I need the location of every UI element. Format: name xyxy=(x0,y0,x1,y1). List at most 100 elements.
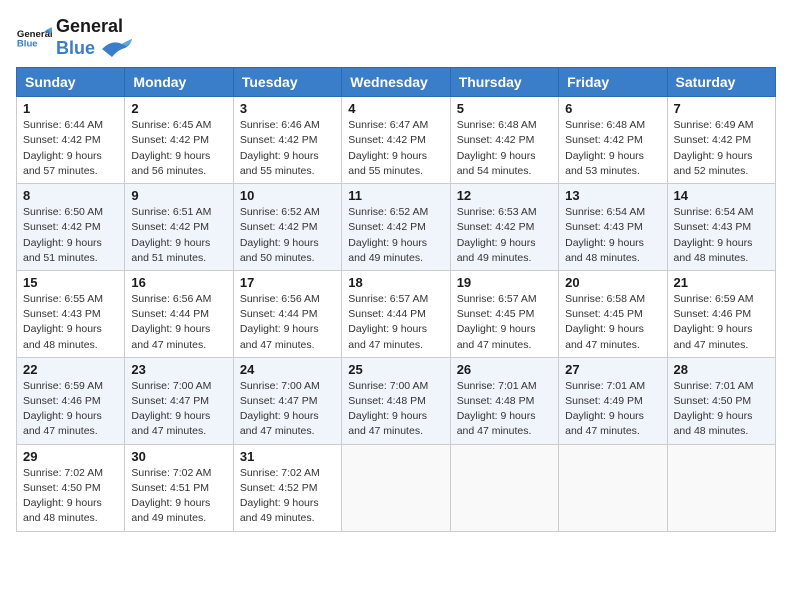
sunrise-label: Sunrise: 7:01 AM xyxy=(674,380,754,392)
weekday-header-tuesday: Tuesday xyxy=(233,68,341,97)
sunset-label: Sunset: 4:45 PM xyxy=(457,308,535,320)
sunset-label: Sunset: 4:46 PM xyxy=(23,395,101,407)
day-number: 9 xyxy=(131,188,226,203)
day-info: Sunrise: 6:53 AM Sunset: 4:42 PM Dayligh… xyxy=(457,205,552,266)
day-number: 28 xyxy=(674,362,769,377)
sunset-label: Sunset: 4:48 PM xyxy=(348,395,426,407)
day-info: Sunrise: 6:48 AM Sunset: 4:42 PM Dayligh… xyxy=(457,118,552,179)
day-info: Sunrise: 6:57 AM Sunset: 4:44 PM Dayligh… xyxy=(348,292,443,353)
sunrise-label: Sunrise: 6:48 AM xyxy=(565,119,645,131)
empty-cell xyxy=(450,444,558,531)
sunset-label: Sunset: 4:42 PM xyxy=(131,134,209,146)
sunset-label: Sunset: 4:42 PM xyxy=(240,134,318,146)
sunrise-label: Sunrise: 6:59 AM xyxy=(674,293,754,305)
day-cell-10: 10 Sunrise: 6:52 AM Sunset: 4:42 PM Dayl… xyxy=(233,184,341,271)
sunrise-label: Sunrise: 7:01 AM xyxy=(457,380,537,392)
day-number: 5 xyxy=(457,101,552,116)
sunrise-label: Sunrise: 6:49 AM xyxy=(674,119,754,131)
sunrise-label: Sunrise: 7:00 AM xyxy=(348,380,428,392)
day-cell-5: 5 Sunrise: 6:48 AM Sunset: 4:42 PM Dayli… xyxy=(450,97,558,184)
daylight-label: Daylight: 9 hours and 47 minutes. xyxy=(131,410,210,437)
sunset-label: Sunset: 4:42 PM xyxy=(348,221,426,233)
daylight-label: Daylight: 9 hours and 47 minutes. xyxy=(240,410,319,437)
sunrise-label: Sunrise: 7:01 AM xyxy=(565,380,645,392)
day-cell-18: 18 Sunrise: 6:57 AM Sunset: 4:44 PM Dayl… xyxy=(342,270,450,357)
calendar-table: SundayMondayTuesdayWednesdayThursdayFrid… xyxy=(16,67,776,531)
page-container: General Blue General Blue SundayMondayTu… xyxy=(16,16,776,532)
day-number: 13 xyxy=(565,188,660,203)
sunset-label: Sunset: 4:42 PM xyxy=(23,221,101,233)
day-cell-27: 27 Sunrise: 7:01 AM Sunset: 4:49 PM Dayl… xyxy=(559,357,667,444)
daylight-label: Daylight: 9 hours and 57 minutes. xyxy=(23,150,102,177)
day-number: 29 xyxy=(23,449,118,464)
sunrise-label: Sunrise: 6:51 AM xyxy=(131,206,211,218)
day-number: 11 xyxy=(348,188,443,203)
week-row-4: 22 Sunrise: 6:59 AM Sunset: 4:46 PM Dayl… xyxy=(17,357,776,444)
daylight-label: Daylight: 9 hours and 49 minutes. xyxy=(457,237,536,264)
day-cell-11: 11 Sunrise: 6:52 AM Sunset: 4:42 PM Dayl… xyxy=(342,184,450,271)
daylight-label: Daylight: 9 hours and 50 minutes. xyxy=(240,237,319,264)
sunset-label: Sunset: 4:43 PM xyxy=(23,308,101,320)
day-info: Sunrise: 7:01 AM Sunset: 4:49 PM Dayligh… xyxy=(565,379,660,440)
day-info: Sunrise: 6:54 AM Sunset: 4:43 PM Dayligh… xyxy=(674,205,769,266)
day-number: 20 xyxy=(565,275,660,290)
daylight-label: Daylight: 9 hours and 52 minutes. xyxy=(674,150,753,177)
day-number: 8 xyxy=(23,188,118,203)
day-info: Sunrise: 7:00 AM Sunset: 4:48 PM Dayligh… xyxy=(348,379,443,440)
day-cell-19: 19 Sunrise: 6:57 AM Sunset: 4:45 PM Dayl… xyxy=(450,270,558,357)
day-number: 19 xyxy=(457,275,552,290)
day-info: Sunrise: 6:49 AM Sunset: 4:42 PM Dayligh… xyxy=(674,118,769,179)
day-cell-28: 28 Sunrise: 7:01 AM Sunset: 4:50 PM Dayl… xyxy=(667,357,775,444)
sunset-label: Sunset: 4:48 PM xyxy=(457,395,535,407)
sunrise-label: Sunrise: 6:47 AM xyxy=(348,119,428,131)
day-info: Sunrise: 6:45 AM Sunset: 4:42 PM Dayligh… xyxy=(131,118,226,179)
day-info: Sunrise: 7:00 AM Sunset: 4:47 PM Dayligh… xyxy=(240,379,335,440)
sunrise-label: Sunrise: 6:45 AM xyxy=(131,119,211,131)
sunrise-label: Sunrise: 6:55 AM xyxy=(23,293,103,305)
day-info: Sunrise: 6:51 AM Sunset: 4:42 PM Dayligh… xyxy=(131,205,226,266)
daylight-label: Daylight: 9 hours and 47 minutes. xyxy=(131,323,210,350)
day-number: 14 xyxy=(674,188,769,203)
sunrise-label: Sunrise: 6:57 AM xyxy=(457,293,537,305)
sunset-label: Sunset: 4:42 PM xyxy=(23,134,101,146)
sunrise-label: Sunrise: 6:53 AM xyxy=(457,206,537,218)
day-cell-25: 25 Sunrise: 7:00 AM Sunset: 4:48 PM Dayl… xyxy=(342,357,450,444)
daylight-label: Daylight: 9 hours and 55 minutes. xyxy=(348,150,427,177)
sunrise-label: Sunrise: 7:02 AM xyxy=(240,467,320,479)
day-info: Sunrise: 6:58 AM Sunset: 4:45 PM Dayligh… xyxy=(565,292,660,353)
sunrise-label: Sunrise: 6:54 AM xyxy=(565,206,645,218)
sunrise-label: Sunrise: 6:44 AM xyxy=(23,119,103,131)
day-cell-6: 6 Sunrise: 6:48 AM Sunset: 4:42 PM Dayli… xyxy=(559,97,667,184)
sunrise-label: Sunrise: 7:02 AM xyxy=(131,467,211,479)
sunset-label: Sunset: 4:42 PM xyxy=(565,134,643,146)
sunset-label: Sunset: 4:42 PM xyxy=(348,134,426,146)
day-cell-24: 24 Sunrise: 7:00 AM Sunset: 4:47 PM Dayl… xyxy=(233,357,341,444)
sunset-label: Sunset: 4:42 PM xyxy=(457,221,535,233)
empty-cell xyxy=(559,444,667,531)
daylight-label: Daylight: 9 hours and 48 minutes. xyxy=(565,237,644,264)
daylight-label: Daylight: 9 hours and 49 minutes. xyxy=(348,237,427,264)
weekday-header-monday: Monday xyxy=(125,68,233,97)
daylight-label: Daylight: 9 hours and 51 minutes. xyxy=(23,237,102,264)
weekday-header-saturday: Saturday xyxy=(667,68,775,97)
daylight-label: Daylight: 9 hours and 47 minutes. xyxy=(457,410,536,437)
sunrise-label: Sunrise: 7:00 AM xyxy=(131,380,211,392)
day-info: Sunrise: 6:56 AM Sunset: 4:44 PM Dayligh… xyxy=(131,292,226,353)
day-number: 23 xyxy=(131,362,226,377)
day-info: Sunrise: 6:57 AM Sunset: 4:45 PM Dayligh… xyxy=(457,292,552,353)
day-info: Sunrise: 7:00 AM Sunset: 4:47 PM Dayligh… xyxy=(131,379,226,440)
sunrise-label: Sunrise: 6:46 AM xyxy=(240,119,320,131)
day-number: 22 xyxy=(23,362,118,377)
sunset-label: Sunset: 4:51 PM xyxy=(131,482,209,494)
day-number: 12 xyxy=(457,188,552,203)
day-cell-12: 12 Sunrise: 6:53 AM Sunset: 4:42 PM Dayl… xyxy=(450,184,558,271)
sunrise-label: Sunrise: 6:52 AM xyxy=(348,206,428,218)
day-number: 1 xyxy=(23,101,118,116)
day-info: Sunrise: 6:46 AM Sunset: 4:42 PM Dayligh… xyxy=(240,118,335,179)
day-number: 6 xyxy=(565,101,660,116)
daylight-label: Daylight: 9 hours and 48 minutes. xyxy=(674,410,753,437)
sunset-label: Sunset: 4:42 PM xyxy=(457,134,535,146)
weekday-header-row: SundayMondayTuesdayWednesdayThursdayFrid… xyxy=(17,68,776,97)
week-row-1: 1 Sunrise: 6:44 AM Sunset: 4:42 PM Dayli… xyxy=(17,97,776,184)
day-cell-23: 23 Sunrise: 7:00 AM Sunset: 4:47 PM Dayl… xyxy=(125,357,233,444)
